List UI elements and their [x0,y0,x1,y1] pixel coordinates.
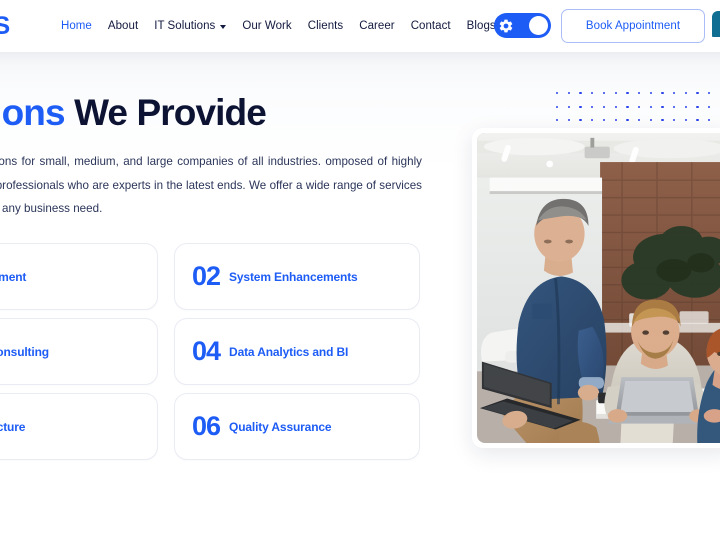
decorative-dot [567,92,571,95]
service-card[interactable]: 04 Data Analytics and BI [174,318,420,385]
hero-image [477,133,720,443]
book-appointment-button[interactable]: Book Appointment [561,9,705,43]
nav-link-our-work[interactable]: Our Work [234,18,299,34]
decorative-dot [684,105,688,108]
nav-links: Home About IT Solutions Our Work Clients… [53,18,504,34]
service-card-label: System Enhancements [229,269,358,284]
nav-link-label: IT Solutions [154,20,216,32]
service-card-grid: ct Development 02 System Enhancements hn… [0,243,420,460]
decorative-dot [696,105,699,108]
decorative-dot [602,92,606,95]
service-card-number: 06 [192,411,221,441]
nav-link-label: About [107,20,139,32]
decorative-dot [626,119,629,122]
nav-link-about[interactable]: About [100,18,146,34]
decorative-dot [696,92,699,95]
page-title: olutions We Provide [0,92,267,134]
decorative-dot [649,92,652,95]
service-card[interactable]: ct Development [0,243,158,310]
nav-link-label: Our Work [242,20,292,32]
decorative-dot [614,105,617,108]
decorative-dot [614,119,617,122]
decorative-dot [708,92,711,95]
nav-link-label: Blogs [466,20,496,32]
service-card-label: hnology Consulting [0,344,49,359]
nav-link-contact[interactable]: Contact [403,18,459,34]
page-title-dark: We Provide [74,92,267,133]
nav-link-career[interactable]: Career [351,18,402,34]
decorative-dot [673,92,676,95]
decorative-dot [684,119,688,122]
decorative-dot [696,119,699,122]
site-logo[interactable]: US [0,12,10,41]
decorative-dot [591,92,594,95]
page-title-accent: olutions [0,92,66,133]
decorative-dot [661,119,664,122]
decorative-dot [567,119,571,122]
nav-link-label: Contact [410,20,451,32]
hero-image-frame [472,128,720,448]
service-card-number: 04 [192,336,221,366]
decorative-dot [602,105,606,108]
decorative-dot [684,92,688,95]
service-card-number: 02 [192,261,221,291]
decorative-dot [579,119,582,122]
offscreen-button-sliver-base [712,37,720,42]
decorative-dot [708,105,711,108]
gear-icon [497,17,515,35]
service-card[interactable]: hnology Consulting [0,318,158,385]
decorative-dot [602,119,606,122]
service-card[interactable]: 02 System Enhancements [174,243,420,310]
decorative-dot [661,105,664,108]
decorative-dot [637,119,641,122]
decorative-dot [556,92,559,95]
decorative-dot [556,119,559,122]
decorative-dot [591,119,594,122]
dot-pattern-decoration [556,92,720,132]
nav-link-label: Clients [307,20,344,32]
service-card[interactable]: d Infrastructure [0,393,158,460]
decorative-dot [614,92,617,95]
service-card-label: ct Development [0,269,27,284]
decorative-dot [579,105,582,108]
nav-link-clients[interactable]: Clients [300,18,352,34]
decorative-dot [626,105,629,108]
chevron-down-icon [220,25,227,29]
decorative-dot [673,119,676,122]
decorative-dot [556,105,559,108]
service-card-label: Quality Assurance [229,419,332,434]
decorative-dot [626,92,629,95]
nav-link-label: Home [61,20,92,32]
toggle-knob [529,16,548,35]
decorative-dot [637,92,641,95]
decorative-dot [649,105,652,108]
hero-paragraph: T solutions for small, medium, and large… [0,155,422,215]
nav-link-it-solutions[interactable]: IT Solutions [146,18,234,34]
decorative-dot [661,92,664,95]
decorative-dot [591,105,594,108]
nav-link-label: Career [359,20,395,32]
nav-link-home[interactable]: Home [53,18,100,34]
decorative-dot [637,105,641,108]
service-card-label: Data Analytics and BI [229,344,349,359]
service-card-label: d Infrastructure [0,419,26,434]
decorative-dot [649,119,652,122]
decorative-dot [567,105,571,108]
main-navbar: US Home About IT Solutions Our Work Clie… [0,0,720,52]
decorative-dot [579,92,582,95]
decorative-dot [673,105,676,108]
settings-toggle-switch[interactable] [494,13,551,38]
service-card[interactable]: 06 Quality Assurance [174,393,420,460]
decorative-dot [708,119,711,122]
